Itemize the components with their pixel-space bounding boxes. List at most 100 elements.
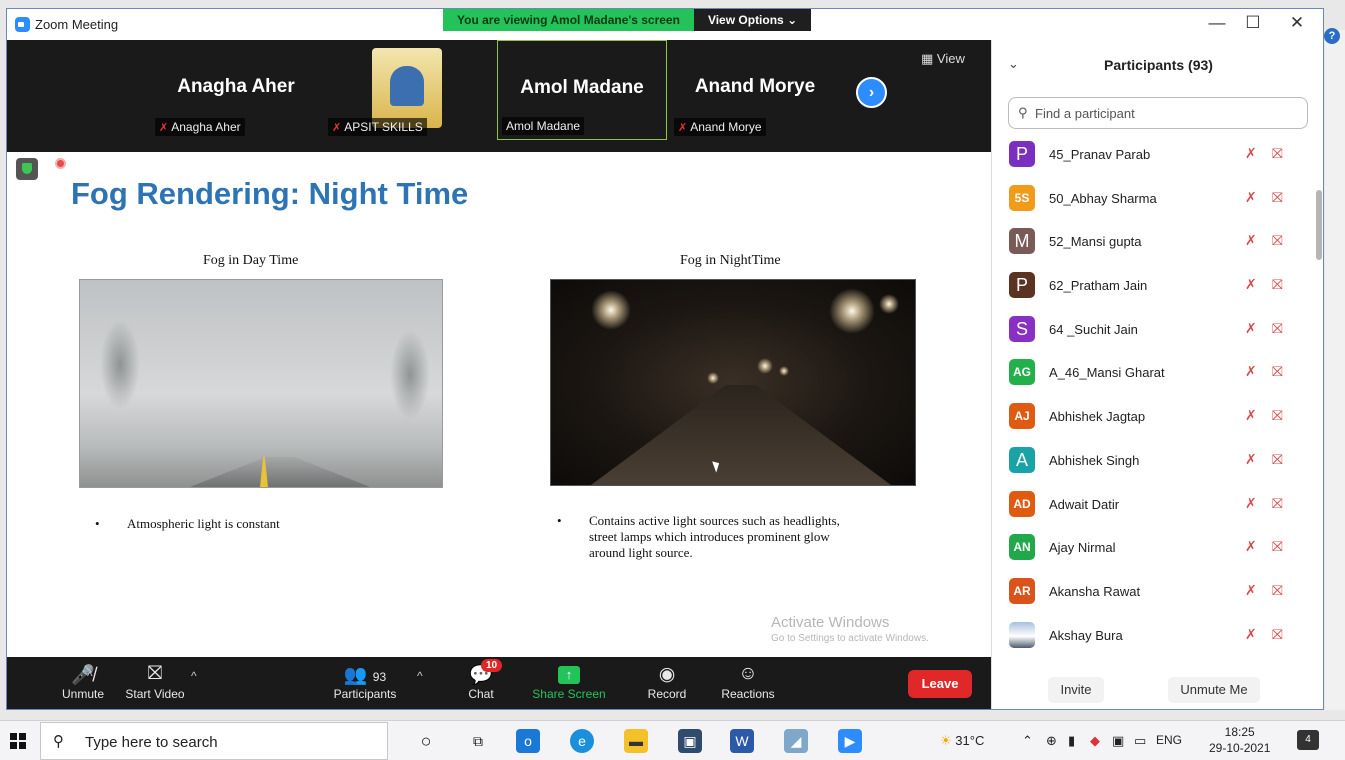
participant-name: Abhishek Jagtap [1049,409,1146,425]
video-off-icon: ⛝ [1272,407,1283,424]
taskbar-clock[interactable]: 18:25 29-10-2021 [1209,724,1270,756]
participants-title: Participants (93) [1104,57,1213,73]
view-layout-button[interactable]: ▦ View [921,51,965,67]
tile-name-label: Amol Madane [502,117,585,135]
find-participant-input[interactable] [1035,102,1295,124]
participant-name: 64 _Suchit Jain [1049,321,1138,337]
audio-options-caret-icon[interactable]: ^ [87,669,93,683]
teams-icon[interactable]: ▣ [678,729,702,753]
share-screen-button[interactable]: ↑ Share Screen [529,657,609,709]
help-icon[interactable]: ? [1324,28,1340,44]
participant-name: 52_Mansi gupta [1049,234,1142,250]
viewing-screen-text: You are viewing Amol Madane's screen [443,9,694,31]
background-window-edge [1325,30,1345,710]
taskbar-search-box[interactable]: ⚲ Type here to search [40,722,388,760]
unmute-me-button[interactable]: Unmute Me [1168,677,1260,703]
video-off-icon: ⛝ [1272,319,1283,336]
view-options-button[interactable]: View Options ⌄ [693,9,812,31]
task-view-icon[interactable]: ⧉ [466,729,490,753]
next-page-arrow-icon[interactable]: › [856,77,887,108]
find-participant-box[interactable]: ⚲ [1008,97,1308,129]
left-bullet: • Atmospheric light is constant [95,516,280,531]
fog-day-image [79,279,443,488]
network-tray-icon[interactable]: ◆ [1090,733,1100,749]
participant-row[interactable]: AN Ajay Nirmal ✗ ⛝ [992,527,1308,571]
app-icon[interactable]: ◢ [784,729,808,753]
participant-row[interactable]: AG A_46_Mansi Gharat ✗ ⛝ [992,352,1308,396]
participants-icon: 👥 [343,665,368,686]
participant-name: Abhishek Singh [1049,452,1140,468]
scroll-thumb[interactable] [1316,190,1322,260]
muted-mic-icon: ✗ [1245,276,1257,293]
muted-mic-icon: ✗ [1245,363,1257,380]
participant-list: P 45_Pranav Parab ✗ ⛝ 5S 50_Abhay Sharma … [992,134,1308,659]
close-button[interactable]: ✕ [1277,13,1317,33]
invite-button[interactable]: Invite [1048,677,1104,703]
reactions-button[interactable]: ☺ Reactions [715,657,781,709]
participant-row[interactable]: 5S 50_Abhay Sharma ✗ ⛝ [992,178,1308,222]
microphone-tray-icon[interactable]: ▮ [1068,733,1075,749]
participant-row[interactable]: AD Adwait Datir ✗ ⛝ [992,484,1308,528]
language-indicator[interactable]: ENG [1156,733,1182,747]
word-icon[interactable]: W [730,729,754,753]
clock-date: 29-10-2021 [1209,741,1271,755]
edge-icon[interactable]: e [570,729,594,753]
tile-name-label: ✗ APSIT SKILLS [328,118,427,136]
unmute-button[interactable]: 🎤̸ Unmute [53,657,113,709]
clock-time: 18:25 [1224,725,1255,739]
right-image-caption: Fog in NightTime [680,253,781,268]
participant-row[interactable]: Akshay Bura ✗ ⛝ [992,615,1308,659]
muted-mic-icon: ✗ [159,122,169,134]
muted-mic-icon: ✗ [1245,407,1257,424]
muted-microphone-icon: 🎤̸ [71,665,95,686]
tray-app-icon[interactable]: ⊕ [1046,733,1057,749]
participant-row[interactable]: AR Akansha Rawat ✗ ⛝ [992,571,1308,615]
display-tray-icon[interactable]: ▣ [1112,733,1124,749]
video-tile-apsit-skills[interactable]: ✗ APSIT SKILLS [324,40,494,140]
security-shield-icon[interactable] [16,158,38,180]
participant-list-scrollbar[interactable] [1314,140,1323,660]
minimize-button[interactable]: — [1197,13,1237,33]
video-strip: Anagha Aher ✗ Anagha Aher ✗ APSIT SKILLS A… [7,40,991,152]
video-tile-anagha-aher[interactable]: Anagha Aher ✗ Anagha Aher [151,40,321,140]
participants-options-caret-icon[interactable]: ^ [417,669,423,683]
video-off-icon: ⛝ [1272,494,1283,511]
leave-button[interactable]: Leave [908,670,972,698]
participants-button[interactable]: 👥 93 Participants [327,657,403,709]
start-video-button[interactable]: ⛝ Start Video [117,657,193,709]
participant-row[interactable]: M 52_Mansi gupta ✗ ⛝ [992,221,1308,265]
avatar [1009,621,1035,648]
participant-row[interactable]: S 64 _Suchit Jain ✗ ⛝ [992,309,1308,353]
participant-row[interactable]: AJ Abhishek Jagtap ✗ ⛝ [992,396,1308,440]
participant-row[interactable]: P 45_Pranav Parab ✗ ⛝ [992,134,1308,178]
muted-mic-icon: ✗ [1245,188,1257,205]
battery-tray-icon[interactable]: ▭ [1134,733,1146,749]
search-icon: ⚲ [1018,105,1028,120]
participant-row[interactable]: P 62_Pratham Jain ✗ ⛝ [992,265,1308,309]
chat-unread-badge: 10 [481,659,503,672]
participant-name: A_46_Mansi Gharat [1049,365,1165,381]
zoom-taskbar-icon[interactable]: ▶ [838,729,862,753]
participant-name: Akshay Bura [1049,627,1123,643]
windows-start-icon[interactable] [10,733,26,749]
video-tile-anand-morye[interactable]: Anand Morye ✗ Anand Morye [670,40,840,140]
cortana-icon[interactable]: ○ [414,729,438,753]
outlook-icon[interactable]: o [516,729,540,753]
tray-chevron-icon[interactable]: ⌃ [1022,733,1033,749]
notification-center-icon[interactable]: 4 [1297,730,1319,750]
record-button[interactable]: ◉ Record [639,657,695,709]
weather-widget[interactable]: ☀ 31°C [940,733,984,749]
shared-screen: Fog Rendering: Night Time Fog in Day Tim… [7,152,991,657]
reactions-smiley-icon: ☺ [738,663,758,684]
video-options-caret-icon[interactable]: ^ [191,669,197,683]
video-off-icon: ⛝ [1272,145,1283,161]
participant-row[interactable]: A Abhishek Singh ✗ ⛝ [992,440,1308,484]
file-explorer-icon[interactable]: ▬ [624,729,648,753]
participant-name: Adwait Datir [1049,496,1120,512]
video-off-icon: ⛝ [1272,188,1283,205]
participant-name: Ajay Nirmal [1049,540,1116,556]
maximize-button[interactable]: ☐ [1233,13,1273,33]
avatar: P [1009,272,1035,299]
window-title: Zoom Meeting [35,17,119,32]
video-tile-amol-madane[interactable]: Amol Madane Amol Madane [497,40,667,140]
